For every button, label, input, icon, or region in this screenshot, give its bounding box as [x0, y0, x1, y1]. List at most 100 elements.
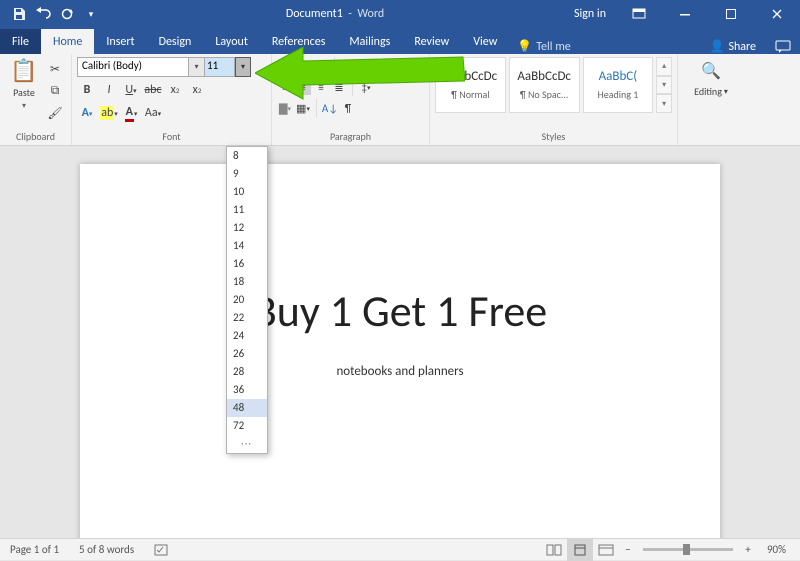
font-size-option[interactable]: 72 — [227, 417, 267, 435]
font-name-input[interactable]: Calibri (Body) ▾ — [77, 57, 205, 77]
paste-button[interactable]: 📋 Paste ▾ — [5, 57, 43, 123]
font-color-button[interactable]: A▾ — [121, 103, 141, 123]
qat-customize-icon[interactable]: ▾ — [80, 3, 102, 25]
style-preview: AaBbCcDc — [517, 69, 571, 84]
multilevel-list-button[interactable]: ☰ — [313, 58, 329, 74]
document-area[interactable]: Buy 1 Get 1 Free notebooks and planners — [0, 146, 800, 538]
italic-button[interactable]: I — [99, 80, 119, 100]
tab-insert[interactable]: Insert — [94, 29, 146, 54]
page[interactable]: Buy 1 Get 1 Free notebooks and planners — [80, 164, 720, 538]
borders-button[interactable]: ▦▾ — [295, 100, 311, 116]
tab-home[interactable]: Home — [41, 29, 94, 54]
minimize-button[interactable] — [662, 0, 708, 28]
font-size-dropdown-button[interactable]: ▾ — [235, 57, 251, 77]
line-spacing-button[interactable]: ‡▾ — [358, 79, 374, 95]
print-layout-icon[interactable] — [567, 539, 593, 561]
font-size-dropdown[interactable]: 891011121416182022242628364872⋯ — [226, 146, 268, 454]
highlight-button[interactable]: ab▾ — [99, 103, 119, 123]
zoom-out-button[interactable]: − — [619, 543, 637, 556]
document-heading[interactable]: Buy 1 Get 1 Free — [150, 284, 650, 338]
tab-view[interactable]: View — [461, 29, 509, 54]
undo-icon[interactable] — [32, 3, 54, 25]
share-button[interactable]: 👤 Share — [699, 39, 766, 54]
style-preview: AaBbC( — [599, 69, 638, 84]
superscript-button[interactable]: x2 — [187, 80, 207, 100]
font-size-option[interactable]: 11 — [227, 201, 267, 219]
word-count-status[interactable]: 5 of 8 words — [69, 543, 144, 556]
align-right-button[interactable]: ≡ — [313, 79, 329, 95]
font-size-option[interactable]: 9 — [227, 165, 267, 183]
font-size-option[interactable]: 18 — [227, 273, 267, 291]
strikethrough-button[interactable]: abc — [143, 80, 163, 100]
font-size-option[interactable]: 16 — [227, 255, 267, 273]
show-hide-button[interactable]: ¶ — [340, 100, 356, 116]
zoom-level[interactable]: 90% — [757, 543, 800, 556]
font-size-option[interactable]: 28 — [227, 363, 267, 381]
increase-indent-button[interactable]: ⇥ — [358, 58, 374, 74]
style-normal[interactable]: AaBbCcDc ¶ Normal — [435, 57, 506, 113]
ribbon-tabs: File Home Insert Design Layout Reference… — [0, 28, 800, 54]
cut-icon[interactable]: ✂ — [45, 59, 65, 79]
bold-button[interactable]: B — [77, 80, 97, 100]
style-no-spacing[interactable]: AaBbCcDc ¶ No Spac... — [509, 57, 580, 113]
tell-me[interactable]: 💡 Tell me — [509, 39, 578, 54]
redo-icon[interactable] — [56, 3, 78, 25]
save-icon[interactable] — [8, 3, 30, 25]
spellcheck-icon[interactable] — [144, 543, 180, 557]
align-center-button[interactable]: ≡ — [295, 79, 311, 95]
web-layout-icon[interactable] — [593, 539, 619, 561]
close-button[interactable] — [754, 0, 800, 28]
bullets-button[interactable]: •☰ — [277, 58, 293, 74]
ribbon-display-options-icon[interactable] — [616, 0, 662, 28]
group-clipboard: 📋 Paste ▾ ✂ ⧉ 🖌 Clipboard — [0, 54, 72, 145]
styles-scroll-up-icon[interactable]: ▴ — [656, 57, 672, 76]
page-number-status[interactable]: Page 1 of 1 — [0, 543, 69, 556]
maximize-button[interactable] — [708, 0, 754, 28]
font-size-option[interactable]: 26 — [227, 345, 267, 363]
ribbon: 📋 Paste ▾ ✂ ⧉ 🖌 Clipboard Calibri (Body)… — [0, 54, 800, 146]
change-case-button[interactable]: Aa▾ — [143, 103, 163, 123]
document-paragraph[interactable]: notebooks and planners — [150, 364, 650, 379]
shading-button[interactable]: ▇▾ — [277, 100, 293, 116]
font-size-input[interactable]: 11 — [205, 57, 235, 77]
numbering-button[interactable]: 1☰ — [295, 58, 311, 74]
style-heading1[interactable]: AaBbC( Heading 1 — [583, 57, 654, 113]
font-size-option[interactable]: 48 — [227, 399, 267, 417]
font-size-option[interactable]: 36 — [227, 381, 267, 399]
read-mode-icon[interactable] — [541, 539, 567, 561]
subscript-button[interactable]: x2 — [165, 80, 185, 100]
font-size-option[interactable]: 14 — [227, 237, 267, 255]
font-size-option[interactable]: 12 — [227, 219, 267, 237]
font-size-option[interactable]: 24 — [227, 327, 267, 345]
text-effects-button[interactable]: A▾ — [77, 103, 97, 123]
tab-design[interactable]: Design — [147, 29, 204, 54]
align-left-button[interactable]: ≡ — [277, 79, 293, 95]
font-size-option[interactable]: 10 — [227, 183, 267, 201]
justify-button[interactable]: ≣ — [331, 79, 347, 95]
zoom-in-button[interactable]: + — [739, 543, 757, 556]
zoom-slider[interactable] — [643, 548, 733, 551]
tab-layout[interactable]: Layout — [203, 29, 260, 54]
sign-in-button[interactable]: Sign in — [564, 0, 616, 28]
style-name: ¶ Normal — [451, 88, 489, 101]
underline-button[interactable]: U▾ — [121, 80, 141, 100]
tab-references[interactable]: References — [260, 29, 338, 54]
group-font: Calibri (Body) ▾ 11 ▾ B I U▾ abc x2 x2 A… — [72, 54, 272, 145]
font-name-dropdown-icon[interactable]: ▾ — [188, 58, 204, 76]
lightbulb-icon: 💡 — [517, 39, 532, 54]
editing-button[interactable]: 🔍 Editing▾ — [683, 57, 739, 98]
tab-file[interactable]: File — [0, 29, 41, 54]
copy-icon[interactable]: ⧉ — [45, 81, 65, 101]
font-size-option[interactable]: 22 — [227, 309, 267, 327]
decrease-indent-button[interactable]: ⇤ — [340, 58, 356, 74]
comments-button[interactable] — [766, 40, 800, 54]
format-painter-icon[interactable]: 🖌 — [45, 103, 65, 123]
font-size-option[interactable]: 8 — [227, 147, 267, 165]
tab-mailings[interactable]: Mailings — [337, 29, 402, 54]
styles-scroll-down-icon[interactable]: ▾ — [656, 76, 672, 95]
font-size-option[interactable]: 20 — [227, 291, 267, 309]
sort-button[interactable]: A↓ — [322, 100, 338, 116]
tab-review[interactable]: Review — [402, 29, 461, 54]
window-controls: Sign in — [564, 0, 800, 28]
styles-expand-icon[interactable]: ▾ — [656, 94, 672, 113]
